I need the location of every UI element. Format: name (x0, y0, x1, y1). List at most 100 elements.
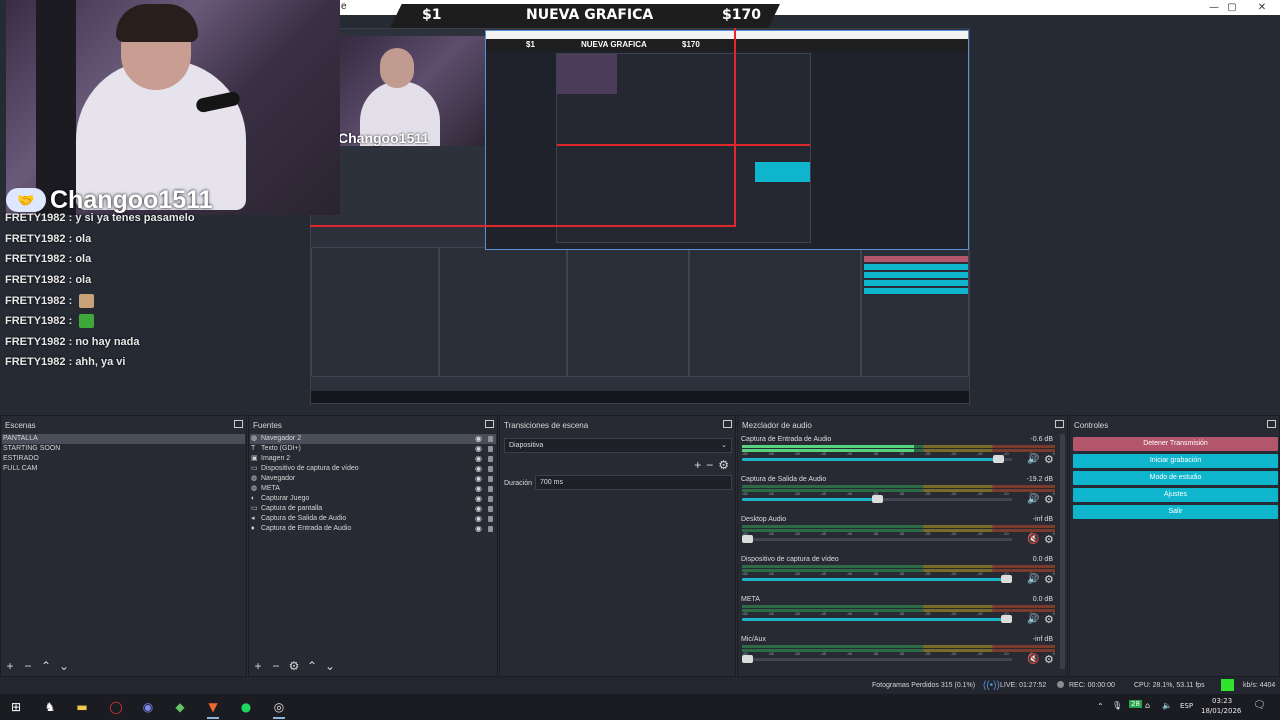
settings-button[interactable]: Ajustes (1073, 488, 1278, 502)
source-item[interactable]: ▣ Imagen 2 ◉ (250, 454, 496, 464)
preview-canvas[interactable]: e — ▢ ✕ $1 NUEVA GRAFICA $170 $1 NUEVA G… (0, 0, 1280, 415)
source-item[interactable]: ◍ Navegador ◉ (250, 474, 496, 484)
source-settings-gear-icon[interactable]: ⚙ (287, 659, 301, 673)
eye-icon[interactable]: ◉ (475, 484, 482, 494)
exit-button[interactable]: Salir (1073, 505, 1278, 519)
volume-slider-handle[interactable] (742, 535, 753, 543)
lock-icon[interactable] (488, 506, 493, 512)
speaker-icon[interactable]: 🔊 (1027, 454, 1039, 465)
move-down-button[interactable]: ⌄ (323, 659, 337, 673)
eye-icon[interactable]: ◉ (475, 464, 482, 474)
move-up-button[interactable]: ⌃ (305, 659, 319, 673)
scene-item[interactable]: STARTING SOON (2, 444, 245, 454)
spotify-icon[interactable]: ● (235, 697, 257, 717)
muted-speaker-icon[interactable]: 🔇 (1027, 654, 1039, 665)
obs-icon[interactable]: ◎ (268, 697, 290, 719)
remove-scene-button[interactable]: − (21, 659, 35, 673)
gear-icon[interactable]: ⚙ (1044, 653, 1054, 666)
eye-icon[interactable]: ◉ (475, 454, 482, 464)
eye-icon[interactable]: ◉ (475, 514, 482, 524)
add-scene-button[interactable]: + (3, 659, 17, 673)
lock-icon[interactable] (488, 516, 493, 522)
eye-icon[interactable]: ◉ (475, 434, 482, 444)
volume-slider[interactable] (742, 455, 1012, 463)
gear-icon[interactable]: ⚙ (1044, 493, 1054, 506)
lock-icon[interactable] (488, 476, 493, 482)
remove-source-button[interactable]: − (269, 659, 283, 673)
opera-icon[interactable]: ◯ (105, 697, 127, 717)
gear-icon[interactable]: ⚙ (1044, 453, 1054, 466)
move-up-button[interactable]: ⌃ (39, 659, 53, 673)
android-app-icon[interactable]: ◆ (169, 697, 191, 717)
source-item[interactable]: ◂ Captura de Salida de Audio ◉ (250, 514, 496, 524)
add-transition-button[interactable]: + (694, 458, 701, 472)
microphone-icon[interactable]: 🎙 (1112, 701, 1122, 710)
add-source-button[interactable]: + (251, 659, 265, 673)
chess-icon[interactable]: ♞ (39, 697, 61, 717)
gear-icon[interactable]: ⚙ (1044, 573, 1054, 586)
volume-slider-handle[interactable] (1001, 575, 1012, 583)
eye-icon[interactable]: ◉ (475, 444, 482, 454)
brave-icon[interactable]: ▼ (202, 697, 224, 719)
volume-slider[interactable] (742, 495, 1012, 503)
source-item[interactable]: ♦ Captura de Entrada de Audio ◉ (250, 524, 496, 534)
undock-icon[interactable] (723, 420, 732, 428)
file-explorer-icon[interactable]: ▬ (71, 697, 93, 717)
scene-item[interactable]: PANTALLA (2, 434, 245, 444)
speaker-icon[interactable]: 🔊 (1027, 574, 1039, 585)
scene-item[interactable]: FULL CAM (2, 464, 245, 474)
discord-icon[interactable]: ◉ (137, 697, 159, 717)
speaker-icon[interactable]: 🔊 (1027, 494, 1039, 505)
tray-badge[interactable]: 28 (1129, 700, 1142, 708)
close-icon[interactable]: ✕ (1248, 0, 1276, 15)
source-item[interactable]: ◍ Navegador 2 ◉ (250, 434, 496, 444)
undock-icon[interactable] (234, 420, 243, 428)
duration-input[interactable]: 700 ms (535, 475, 732, 490)
gear-icon[interactable]: ⚙ (1044, 613, 1054, 626)
volume-slider-handle[interactable] (742, 655, 753, 663)
volume-slider[interactable] (742, 575, 1012, 583)
source-item[interactable]: T Texto (GDI+) ◉ (250, 444, 496, 454)
speaker-icon[interactable]: 🔊 (1027, 614, 1039, 625)
eye-icon[interactable]: ◉ (475, 504, 482, 514)
language-indicator[interactable]: ESP (1180, 702, 1193, 710)
source-item[interactable]: ▭ Dispositivo de captura de vídeo ◉ (250, 464, 496, 474)
chevron-up-icon[interactable]: ⌃ (1097, 702, 1104, 711)
source-item[interactable]: ◍ META ◉ (250, 484, 496, 494)
scene-item[interactable]: ESTIRADO (2, 454, 245, 464)
start-recording-button[interactable]: Iniciar grabación (1073, 454, 1278, 468)
sources-list[interactable]: ◍ Navegador 2 ◉ T Texto (GDI+) ◉ ▣ Imagen 2 ◉ ▭ Di… (250, 434, 496, 654)
remove-transition-button[interactable]: − (706, 458, 713, 472)
eye-icon[interactable]: ◉ (475, 474, 482, 484)
scenes-list[interactable]: PANTALLA STARTING SOON ESTIRADO FULL CAM (2, 434, 245, 654)
notification-icon[interactable]: 🗨 (1253, 700, 1266, 711)
lock-icon[interactable] (488, 436, 493, 442)
undock-icon[interactable] (485, 420, 494, 428)
move-down-button[interactable]: ⌄ (57, 659, 71, 673)
windows-start-icon[interactable]: ⊞ (5, 697, 27, 717)
source-item[interactable]: ◐ Capturar Juego ◉ (250, 494, 496, 504)
gear-icon[interactable]: ⚙ (1044, 533, 1054, 546)
muted-speaker-icon[interactable]: 🔇 (1027, 534, 1039, 545)
lock-icon[interactable] (488, 446, 493, 452)
undock-icon[interactable] (1055, 420, 1064, 428)
transition-gear-icon[interactable]: ⚙ (718, 458, 729, 472)
studio-mode-button[interactable]: Modo de estudio (1073, 471, 1278, 485)
eye-icon[interactable]: ◉ (475, 494, 482, 504)
transition-select[interactable]: Diapositiva ⌄ (504, 438, 732, 453)
clock-time[interactable]: 03:23 (1212, 697, 1232, 705)
lock-icon[interactable] (488, 456, 493, 462)
volume-slider[interactable] (742, 655, 1012, 663)
clock-date[interactable]: 18/01/2026 (1201, 707, 1241, 715)
network-icon[interactable]: ⌂ (1145, 701, 1150, 710)
volume-slider[interactable] (742, 535, 1012, 543)
volume-slider-handle[interactable] (1001, 615, 1012, 623)
volume-slider[interactable] (742, 615, 1012, 623)
undock-icon[interactable] (1267, 420, 1276, 428)
lock-icon[interactable] (488, 496, 493, 502)
lock-icon[interactable] (488, 486, 493, 492)
mixer-scrollbar[interactable] (1060, 434, 1065, 669)
volume-slider-handle[interactable] (871, 495, 883, 503)
source-item[interactable]: ▭ Captura de pantalla ◉ (250, 504, 496, 514)
volume-slider-handle[interactable] (993, 455, 1005, 463)
